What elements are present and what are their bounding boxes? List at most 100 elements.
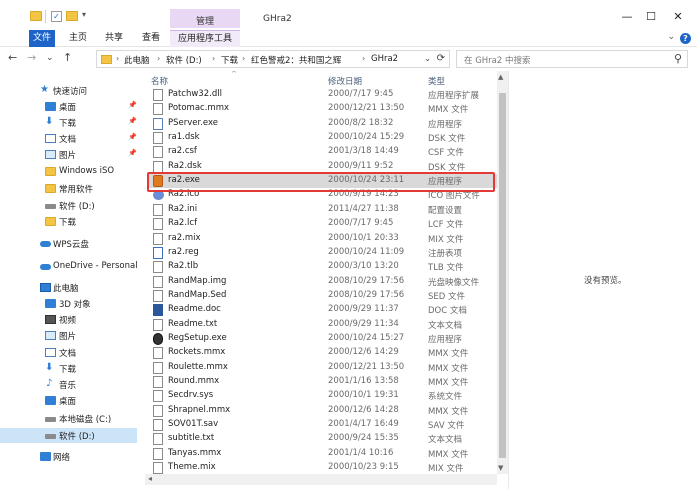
column-header-date[interactable]: 修改日期 (328, 75, 362, 87)
file-file-icon (153, 218, 163, 231)
breadcrumb-ra2-folder[interactable]: 红色警戒2：共和国之辉 (251, 54, 341, 66)
file-row[interactable]: Tanyas.mmx 2001/1/4 10:16 MMX 文件 (148, 447, 497, 461)
up-arrow-icon[interactable]: ↑ (63, 52, 72, 64)
tab-application-tools[interactable]: 应用程序工具 (170, 30, 240, 47)
pin-icon[interactable]: 📌 (128, 117, 137, 125)
file-row[interactable]: Theme.mix 2000/10/23 9:15 MIX 文件 (148, 461, 497, 475)
file-row[interactable]: Ra2.lcf 2000/7/17 9:45 LCF 文件 (148, 217, 497, 231)
nav-item-wps-cloud[interactable]: WPS云盘 (0, 236, 144, 251)
column-header-type[interactable]: 类型 (428, 75, 445, 87)
pin-icon[interactable]: 📌 (128, 101, 137, 109)
nav-item-network[interactable]: 网络 (0, 449, 144, 464)
file-row[interactable]: Patchw32.dll 2000/7/17 9:45 应用程序扩展 (148, 88, 497, 102)
file-row[interactable]: Rockets.mmx 2000/12/6 14:29 MMX 文件 (148, 346, 497, 360)
nav-item-documents-pc[interactable]: 文档 (0, 345, 144, 360)
scroll-down-icon[interactable]: ▼ (498, 464, 503, 472)
file-row[interactable]: ra1.dsk 2000/10/24 15:29 DSK 文件 (148, 131, 497, 145)
address-bar[interactable]: › 此电脑 › 软件 (D:) › 下载 › 红色警戒2：共和国之辉 › GHr… (96, 50, 450, 68)
pin-icon[interactable]: 📌 (128, 133, 137, 141)
nav-item-drive-d[interactable]: 软件 (D:) (0, 428, 137, 443)
breadcrumb-drive-d[interactable]: 软件 (D:) (166, 54, 202, 66)
file-row[interactable]: RegSetup.exe 2000/10/24 15:27 应用程序 (148, 332, 497, 346)
file-name: Ra2.lcf (168, 218, 198, 229)
file-row[interactable]: Readme.doc 2000/9/29 11:37 DOC 文档 (148, 303, 497, 317)
nav-item-onedrive[interactable]: OneDrive - Personal (0, 259, 144, 274)
nav-item-windows-iso[interactable]: Windows iSO (0, 164, 144, 179)
search-box[interactable]: 在 GHra2 中搜索 ⚲ (456, 50, 688, 68)
file-row[interactable]: RandMap.Sed 2008/10/29 17:56 SED 文件 (148, 289, 497, 303)
breadcrumb-ghra2[interactable]: GHra2 (371, 54, 398, 64)
file-type: MMX 文件 (428, 349, 469, 360)
file-row[interactable]: Potomac.mmx 2000/12/21 13:50 MMX 文件 (148, 102, 497, 116)
file-row[interactable]: Ra2.ini 2011/4/27 11:38 配置设置 (148, 203, 497, 217)
cloud-icon (40, 241, 51, 247)
scroll-left-icon[interactable]: ◂ (148, 474, 152, 483)
vertical-scrollbar[interactable]: ▲ ▼ (497, 71, 508, 474)
file-row[interactable]: RandMap.img 2008/10/29 17:56 光盘映像文件 (148, 275, 497, 289)
new-folder-icon[interactable] (66, 11, 78, 21)
nav-item-quick-access[interactable]: ★ 快速访问 (0, 83, 144, 98)
file-row[interactable]: PServer.exe 2000/8/2 18:32 应用程序 (148, 117, 497, 131)
close-button[interactable]: ✕ (668, 11, 688, 22)
tab-share[interactable]: 共享 (100, 30, 128, 47)
column-header-name[interactable]: 名称 (151, 75, 168, 87)
tab-view[interactable]: 查看 (137, 30, 165, 47)
customize-toolbar-icon[interactable]: ▾ (82, 10, 86, 22)
nav-item-documents[interactable]: 文档 📌 (0, 131, 144, 146)
nav-item-label: 软件 (D:) (59, 202, 95, 212)
nav-item-downloads[interactable]: ⬇ 下载 📌 (0, 115, 144, 130)
no-preview-message: 没有预览。 (584, 276, 627, 286)
breadcrumb-this-pc[interactable]: 此电脑 (124, 54, 150, 66)
nav-item-common-software[interactable]: 常用软件 (0, 181, 144, 196)
nav-item-downloads-folder[interactable]: 下载 (0, 214, 144, 229)
file-date: 2000/10/1 20:33 (328, 232, 399, 243)
scroll-up-icon[interactable]: ▲ (498, 73, 503, 81)
minimize-button[interactable]: — (617, 11, 637, 22)
nav-item-videos[interactable]: 视频 (0, 312, 144, 327)
recent-locations-icon[interactable]: ⌄ (46, 52, 54, 64)
help-icon[interactable]: ? (680, 33, 691, 44)
video-icon (45, 315, 56, 324)
file-file-icon (153, 103, 163, 116)
search-icon[interactable]: ⚲ (674, 52, 682, 65)
refresh-icon[interactable]: ⟳ (437, 53, 445, 64)
scrollbar-thumb[interactable] (499, 93, 506, 458)
file-row[interactable]: subtitle.txt 2000/9/24 15:35 文本文档 (148, 432, 497, 446)
music-icon: ♪ (46, 378, 53, 389)
nav-item-desktop-pc[interactable]: 桌面 (0, 393, 144, 408)
file-row[interactable]: Secdrv.sys 2000/10/1 19:31 系统文件 (148, 389, 497, 403)
file-row[interactable]: Shrapnel.mmx 2000/12/6 14:28 MMX 文件 (148, 404, 497, 418)
maximize-button[interactable]: ☐ (641, 11, 661, 22)
file-row[interactable]: ra2.reg 2000/10/24 11:09 注册表项 (148, 246, 497, 260)
nav-item-pictures[interactable]: 图片 📌 (0, 147, 144, 162)
file-row[interactable]: Round.mmx 2001/1/16 13:58 MMX 文件 (148, 375, 497, 389)
breadcrumb-downloads[interactable]: 下载 (221, 54, 238, 66)
file-name: Ra2.ini (168, 203, 198, 214)
file-row[interactable]: Readme.txt 2000/9/29 11:34 文本文档 (148, 318, 497, 332)
address-history-dropdown-icon[interactable]: ⌄ (424, 54, 431, 63)
horizontal-scrollbar[interactable]: ◂ (145, 474, 497, 485)
file-row[interactable]: ra2.mix 2000/10/1 20:33 MIX 文件 (148, 232, 497, 246)
desktop-icon (45, 102, 56, 111)
file-row[interactable]: ra2.csf 2001/3/18 14:49 CSF 文件 (148, 145, 497, 159)
setup-file-icon (153, 332, 163, 345)
nav-item-3d-objects[interactable]: 3D 对象 (0, 296, 144, 311)
nav-item-downloads-pc[interactable]: ⬇ 下载 (0, 361, 144, 376)
nav-item-label: 3D 对象 (59, 300, 91, 310)
expand-ribbon-icon[interactable]: ⌄ (667, 32, 675, 42)
nav-item-local-disk-c[interactable]: 本地磁盘 (C:) (0, 411, 144, 426)
file-row[interactable]: Roulette.mmx 2000/12/21 13:50 MMX 文件 (148, 361, 497, 375)
tab-home[interactable]: 主页 (64, 30, 92, 47)
nav-item-pictures-pc[interactable]: 图片 (0, 328, 144, 343)
nav-item-desktop[interactable]: 桌面 📌 (0, 99, 144, 114)
pin-icon[interactable]: 📌 (128, 149, 137, 157)
tab-file[interactable]: 文件 (29, 30, 55, 47)
file-row[interactable]: SOV01T.sav 2001/4/17 16:49 SAV 文件 (148, 418, 497, 432)
nav-item-this-pc[interactable]: 此电脑 (0, 280, 144, 295)
file-row[interactable]: Ra2.tlb 2000/3/10 13:20 TLB 文件 (148, 260, 497, 274)
forward-arrow-icon[interactable]: → (27, 52, 36, 64)
nav-item-drive-d-quick[interactable]: 软件 (D:) (0, 198, 144, 213)
nav-item-music[interactable]: ♪ 音乐 (0, 377, 144, 392)
back-arrow-icon[interactable]: ← (8, 52, 17, 64)
properties-check-icon[interactable]: ✓ (51, 11, 62, 22)
